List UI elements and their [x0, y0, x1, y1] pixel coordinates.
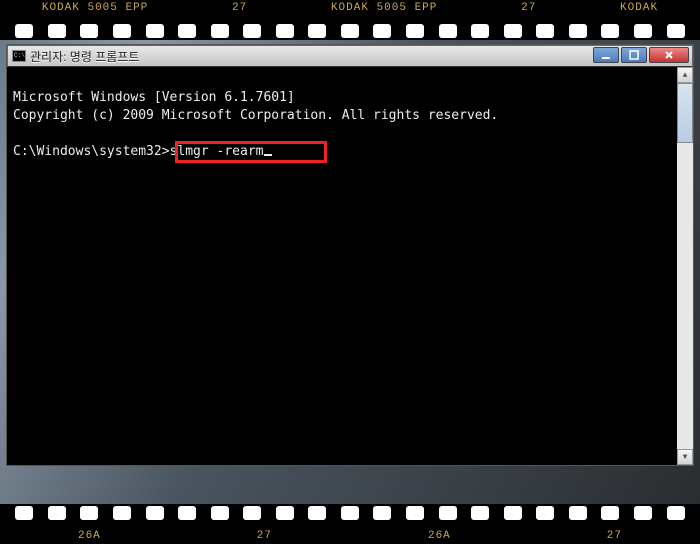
command-prompt-window: 관리자: 명령 프롬프트 Microsoft Windows [Version … — [7, 45, 693, 465]
film-label: 27 — [607, 530, 622, 542]
film-label: KODAK 5005 EPP — [331, 2, 437, 14]
window-title: 관리자: 명령 프롬프트 — [30, 48, 139, 65]
sprocket-hole — [243, 506, 261, 520]
sprocket-hole — [308, 24, 326, 38]
film-strip-bottom: 26A 27 26A 27 — [0, 504, 700, 544]
sprocket-hole — [341, 24, 359, 38]
film-label: 27 — [521, 2, 536, 14]
close-button[interactable] — [649, 47, 689, 63]
scroll-thumb[interactable] — [677, 83, 693, 143]
film-strip-top: KODAK 5005 EPP 27 KODAK 5005 EPP 27 KODA… — [0, 0, 700, 40]
sprocket-hole — [373, 24, 391, 38]
sprocket-hole — [243, 24, 261, 38]
sprocket-hole — [211, 24, 229, 38]
film-label: 26A — [78, 530, 101, 542]
scroll-down-button[interactable]: ▼ — [677, 449, 693, 465]
sprocket-hole — [113, 506, 131, 520]
sprocket-hole — [471, 24, 489, 38]
console-area[interactable]: Microsoft Windows [Version 6.1.7601] Cop… — [7, 67, 693, 183]
sprocket-hole — [276, 24, 294, 38]
sprocket-hole — [211, 506, 229, 520]
sprocket-hole — [536, 506, 554, 520]
prompt-line: C:\Windows\system32>slmgr -rearm — [13, 144, 272, 159]
sprocket-hole — [113, 24, 131, 38]
close-icon — [664, 50, 674, 60]
sprocket-hole — [471, 506, 489, 520]
window-controls — [593, 47, 689, 63]
sprocket-hole — [15, 24, 33, 38]
film-label: KODAK — [620, 2, 658, 14]
sprocket-hole — [667, 506, 685, 520]
sprocket-hole — [439, 24, 457, 38]
sprocket-hole — [569, 506, 587, 520]
sprocket-hole — [80, 506, 98, 520]
sprocket-hole — [601, 506, 619, 520]
sprocket-hole — [634, 506, 652, 520]
sprocket-hole — [504, 24, 522, 38]
console-line: Copyright (c) 2009 Microsoft Corporation… — [13, 108, 498, 123]
sprocket-hole — [569, 24, 587, 38]
sprocket-hole — [601, 24, 619, 38]
maximize-button[interactable] — [621, 47, 647, 63]
chevron-up-icon: ▲ — [683, 71, 688, 80]
sprocket-hole — [276, 506, 294, 520]
prompt-path: C:\Windows\system32> — [13, 144, 170, 159]
console-line: Microsoft Windows [Version 6.1.7601] — [13, 90, 295, 105]
minimize-button[interactable] — [593, 47, 619, 63]
sprocket-hole — [667, 24, 685, 38]
cmd-icon — [12, 50, 26, 62]
film-label: 27 — [232, 2, 247, 14]
chevron-down-icon: ▼ — [683, 453, 688, 462]
sprocket-hole — [634, 24, 652, 38]
film-label: 27 — [257, 530, 272, 542]
vertical-scrollbar[interactable]: ▲ ▼ — [677, 67, 693, 465]
titlebar[interactable]: 관리자: 명령 프롬프트 — [7, 45, 693, 67]
sprocket-hole — [146, 506, 164, 520]
sprocket-hole — [536, 24, 554, 38]
sprocket-hole — [406, 506, 424, 520]
sprocket-hole — [48, 506, 66, 520]
sprocket-hole — [308, 506, 326, 520]
sprocket-hole — [178, 24, 196, 38]
sprocket-hole — [504, 506, 522, 520]
maximize-icon — [629, 50, 639, 60]
sprocket-hole — [439, 506, 457, 520]
typed-command: slmgr -rearm — [170, 144, 264, 159]
minimize-icon — [601, 50, 611, 60]
film-label: KODAK 5005 EPP — [42, 2, 148, 14]
cursor — [264, 154, 272, 156]
sprocket-hole — [373, 506, 391, 520]
sprocket-hole — [146, 24, 164, 38]
sprocket-hole — [80, 24, 98, 38]
sprocket-hole — [341, 506, 359, 520]
film-label: 26A — [428, 530, 451, 542]
scroll-up-button[interactable]: ▲ — [677, 67, 693, 83]
sprocket-hole — [406, 24, 424, 38]
sprocket-hole — [48, 24, 66, 38]
sprocket-hole — [178, 506, 196, 520]
sprocket-hole — [15, 506, 33, 520]
